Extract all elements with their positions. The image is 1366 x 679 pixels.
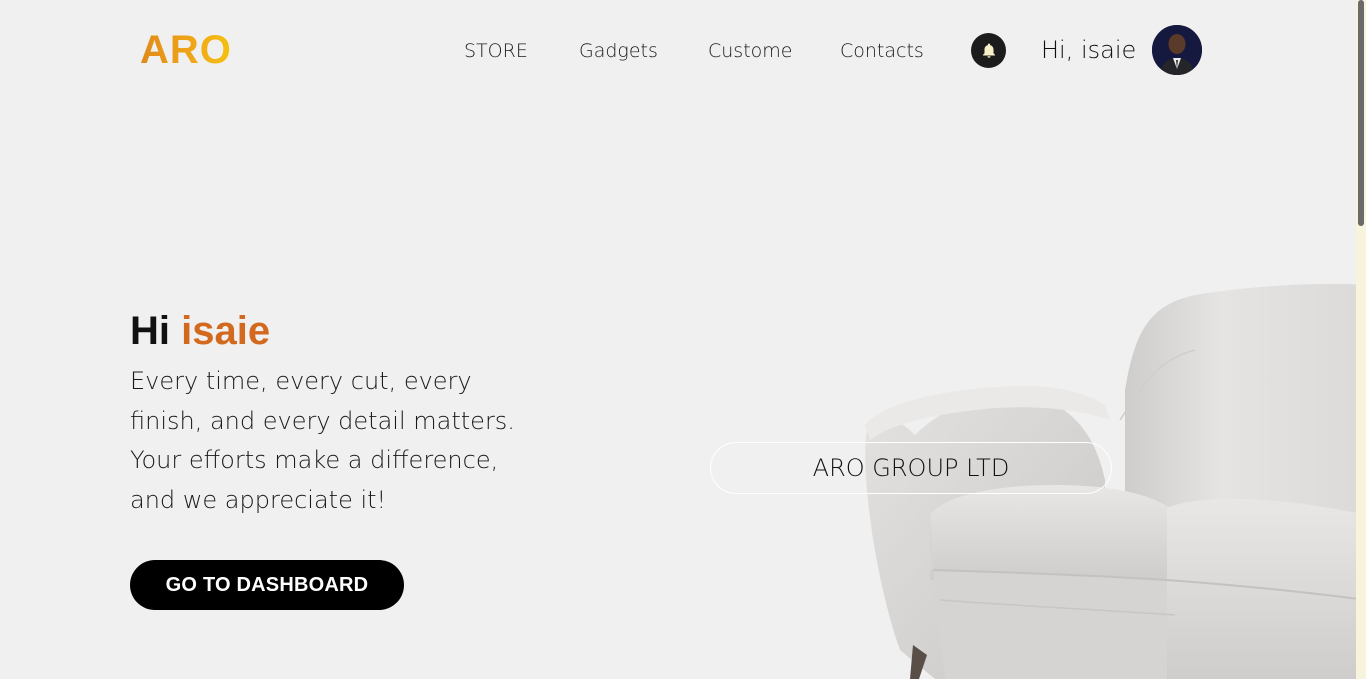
nav-store[interactable]: STORE [464, 40, 528, 62]
notification-button[interactable] [971, 33, 1006, 68]
page: ARO STORE Gadgets Custome Contacts Hi, i… [0, 0, 1366, 679]
page-scrollbar[interactable] [1356, 0, 1366, 679]
hero-title-name: isaie [181, 309, 271, 353]
hero-message: Every time, every cut, every finish, and… [130, 367, 515, 514]
hero-title: Hi isaie [130, 308, 270, 354]
nav-gadgets[interactable]: Gadgets [579, 40, 658, 62]
company-badge: ARO GROUP LTD [710, 442, 1112, 494]
brand-logo[interactable]: ARO [140, 28, 232, 72]
go-to-dashboard-button[interactable]: GO TO DASHBOARD [130, 560, 404, 610]
avatar-image [1152, 25, 1202, 75]
hero-title-prefix: Hi [130, 309, 170, 353]
user-greeting: Hi, isaie [1041, 36, 1137, 64]
bell-icon [982, 43, 995, 58]
scrollbar-thumb[interactable] [1358, 0, 1364, 226]
user-avatar[interactable] [1152, 25, 1202, 75]
nav-custome[interactable]: Custome [708, 40, 792, 62]
nav-contacts[interactable]: Contacts [840, 40, 924, 62]
